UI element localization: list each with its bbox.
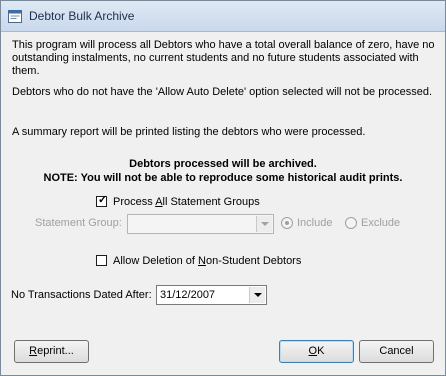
process-all-label-accel: A <box>155 196 163 208</box>
ok-button-accel: O <box>308 345 318 357</box>
dialog-window: Debtor Bulk Archive This program will pr… <box>0 0 446 376</box>
statement-group-dropdown-button[interactable] <box>256 216 272 232</box>
audit-warning: NOTE: You will not be able to reproduce … <box>43 172 403 184</box>
description-paragraph-2: Debtors who do not have the 'Allow Auto … <box>12 86 433 98</box>
window-title: Debtor Bulk Archive <box>29 9 135 23</box>
process-all-checkbox[interactable]: ✓ <box>96 194 108 207</box>
exclude-radio[interactable] <box>345 217 357 229</box>
reprint-button-label: eprint... <box>37 345 74 357</box>
allow-deletion-label[interactable]: Allow Deletion of Non-Student Debtors <box>113 255 301 267</box>
ok-button[interactable]: OK <box>279 340 354 363</box>
statement-group-label: Statement Group: <box>35 217 122 229</box>
chevron-down-icon <box>261 222 269 226</box>
chevron-down-icon <box>254 293 262 297</box>
date-dropdown-button[interactable] <box>249 287 265 303</box>
description-paragraph-1: This program will process all Debtors wh… <box>12 39 435 77</box>
cancel-button[interactable]: Cancel <box>359 340 434 363</box>
allow-deletion-label-post: on-Student Debtors <box>205 255 302 267</box>
exclude-label[interactable]: Exclude <box>361 217 400 229</box>
allow-deletion-checkbox[interactable] <box>96 255 107 266</box>
archive-notice: Debtors processed will be archived. <box>129 158 317 170</box>
app-icon <box>8 10 22 23</box>
reprint-button[interactable]: Reprint... <box>14 340 89 363</box>
checkmark-icon: ✓ <box>98 194 108 206</box>
allow-deletion-label-accel: N <box>198 255 206 267</box>
no-transactions-label: No Transactions Dated After: <box>11 289 152 301</box>
process-all-label-pre: Process <box>113 196 156 208</box>
allow-deletion-label-pre: Allow Deletion of <box>113 255 198 267</box>
no-transactions-date-value: 31/12/2007 <box>160 289 216 301</box>
dialog-content: This program will process all Debtors wh… <box>2 32 444 375</box>
no-transactions-date-picker[interactable]: 31/12/2007 <box>156 285 267 305</box>
description-paragraph-3: A summary report will be printed listing… <box>12 126 366 138</box>
statement-group-select[interactable] <box>127 214 274 234</box>
process-all-label[interactable]: Process All Statement Groups <box>113 196 260 208</box>
include-label[interactable]: Include <box>297 217 332 229</box>
ok-button-label: K <box>317 345 325 357</box>
include-radio[interactable] <box>281 217 293 229</box>
title-bar: Debtor Bulk Archive <box>1 1 445 32</box>
radio-dot-icon <box>285 221 289 225</box>
process-all-label-post: ll Statement Groups <box>162 196 260 208</box>
reprint-button-accel: R <box>29 345 38 357</box>
